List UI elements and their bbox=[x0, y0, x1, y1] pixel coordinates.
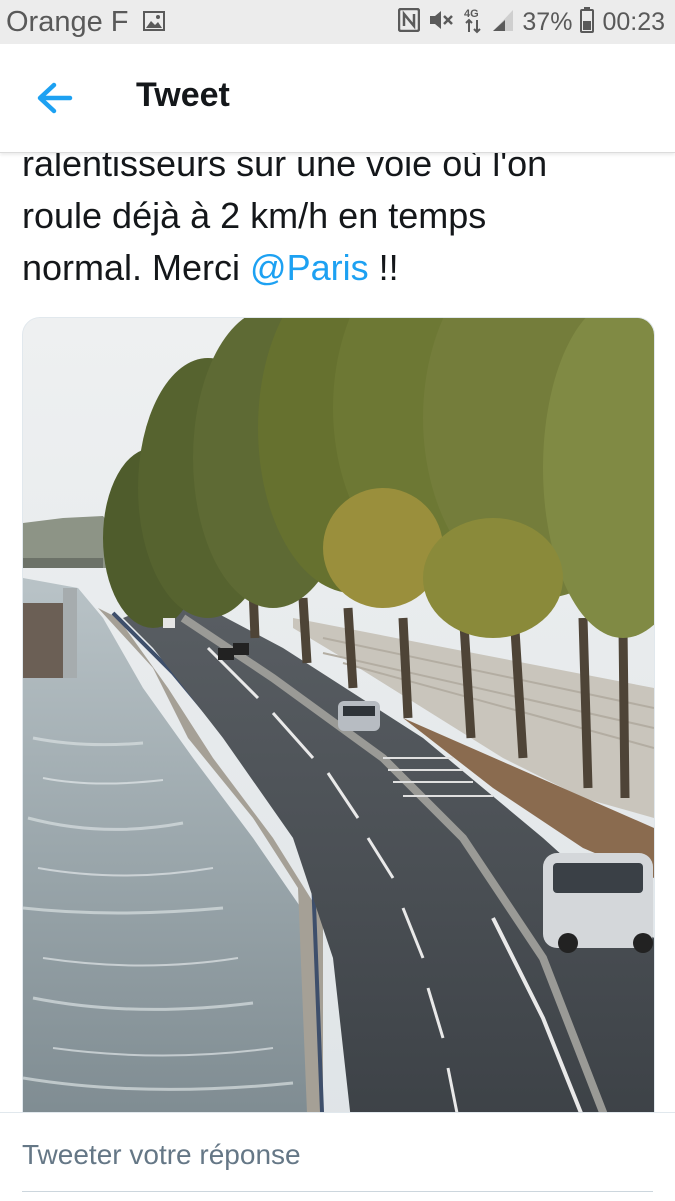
page-title: Tweet bbox=[136, 76, 230, 114]
signal-icon bbox=[492, 8, 514, 37]
reply-input-underline bbox=[22, 1191, 653, 1192]
reply-input[interactable]: Tweeter votre réponse bbox=[22, 1139, 301, 1171]
tweet-text-segment: !! bbox=[368, 247, 399, 288]
status-bar: Orange F 4G 37% 00:23 bbox=[0, 0, 675, 44]
carrier-name: Orange F bbox=[6, 6, 129, 38]
tweet-text-segment: normal. Merci bbox=[22, 247, 251, 288]
battery-icon bbox=[580, 6, 595, 38]
back-button[interactable] bbox=[30, 78, 80, 118]
arrow-left-icon bbox=[37, 82, 73, 114]
mute-icon bbox=[428, 8, 454, 37]
tweet-text: ralentisseurs sur une voie où l'on roule… bbox=[22, 138, 662, 294]
gallery-icon bbox=[143, 11, 165, 31]
tweet-text-line: roule déjà à 2 km/h en temps bbox=[22, 195, 487, 236]
nfc-icon bbox=[398, 7, 421, 37]
clock: 00:23 bbox=[602, 7, 665, 36]
network-type-label: 4G bbox=[464, 8, 479, 20]
mention-link[interactable]: @Paris bbox=[250, 247, 369, 288]
tweet-detail: ralentisseurs sur une voie où l'on roule… bbox=[0, 120, 675, 1112]
photo-image bbox=[23, 318, 654, 1112]
tweet-photo[interactable] bbox=[22, 317, 655, 1112]
data-arrows-icon: 4G bbox=[462, 6, 484, 39]
reply-bar: Tweeter votre réponse bbox=[0, 1112, 675, 1201]
battery-percent: 37% bbox=[522, 7, 573, 36]
tweet-text-line: normal. Merci @Paris !! bbox=[22, 242, 662, 294]
app-bar: Tweet bbox=[0, 44, 675, 153]
